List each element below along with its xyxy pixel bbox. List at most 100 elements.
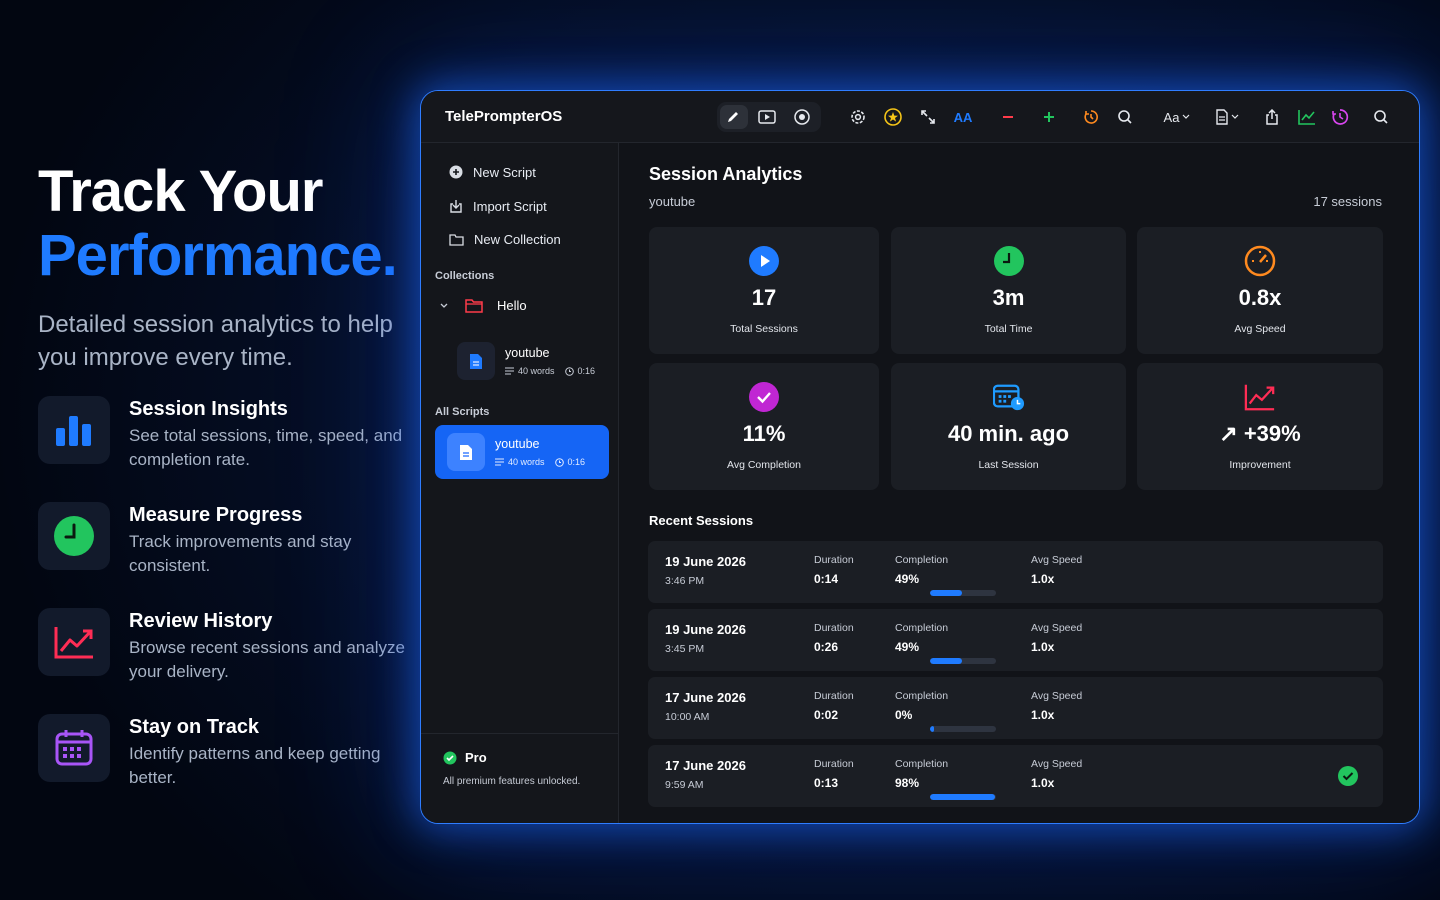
session-row[interactable]: 19 June 2026 3:46 PM Duration 0:14 Completio… xyxy=(648,541,1383,603)
completion-value: 49% xyxy=(895,572,920,586)
duration-label: Duration xyxy=(814,758,854,770)
folder-icon xyxy=(465,299,483,313)
all-scripts-label: All Scripts xyxy=(435,406,490,418)
completion-progress-fill xyxy=(930,658,963,664)
script-name: youtube xyxy=(495,437,540,451)
document-menu-button[interactable] xyxy=(1211,105,1243,129)
completion-cell: Completion 49% xyxy=(895,622,1005,664)
session-date: 19 June 2026 xyxy=(665,554,746,569)
stat-avg-speed: 0.8x Avg Speed xyxy=(1137,227,1383,354)
completion-progress-fill xyxy=(930,794,995,800)
stat-label: Last Session xyxy=(978,459,1039,471)
import-script-button[interactable]: Import Script xyxy=(449,196,547,216)
script-subtitle: youtube xyxy=(649,194,696,209)
expand-arrows-icon[interactable] xyxy=(915,105,941,129)
session-date: 17 June 2026 xyxy=(665,690,746,705)
duration-value: 0:14 xyxy=(814,572,839,586)
feature-title: Session Insights xyxy=(129,398,288,420)
app-window: TelePrompterOS AA Aa New Script Import S… xyxy=(420,90,1420,824)
duration-label: Duration xyxy=(814,554,854,566)
page-title: Session Analytics xyxy=(649,164,803,184)
speed-label: Avg Speed xyxy=(1031,758,1083,770)
app-title: TelePrompterOS xyxy=(445,108,563,125)
session-time: 9:59 AM xyxy=(665,779,704,791)
speed-cell: Avg Speed 1.0x xyxy=(1031,690,1082,722)
play-mode-icon[interactable] xyxy=(754,105,780,129)
collection-item-hello[interactable]: Hello xyxy=(439,298,527,313)
collection-script-item[interactable]: youtube 40 words 0:16 xyxy=(437,334,611,388)
stat-label: Total Sessions xyxy=(730,323,798,335)
stat-total-sessions: 17 Total Sessions xyxy=(649,227,879,354)
font-picker-button[interactable]: Aa xyxy=(1159,105,1195,129)
settings-gear-icon[interactable] xyxy=(845,105,871,129)
stat-value: 40 min. ago xyxy=(947,421,1070,446)
speedometer-icon xyxy=(1244,245,1276,277)
new-collection-button[interactable]: New Collection xyxy=(449,229,561,249)
completion-label: Completion xyxy=(895,690,949,702)
session-row[interactable]: 19 June 2026 3:45 PM Duration 0:26 Completio… xyxy=(648,609,1383,671)
search-icon[interactable] xyxy=(1368,105,1394,129)
record-mode-icon[interactable] xyxy=(789,105,815,129)
folder-plus-icon xyxy=(449,233,464,246)
speed-cell: Avg Speed 1.0x xyxy=(1031,554,1082,586)
stat-label: Total Time xyxy=(984,323,1033,335)
minus-icon[interactable] xyxy=(995,105,1021,129)
timer-icon[interactable] xyxy=(1078,105,1104,129)
new-script-label: New Script xyxy=(473,164,536,180)
search-icon[interactable] xyxy=(1112,105,1138,129)
bar-chart-icon xyxy=(38,396,110,464)
script-word-count: 40 words xyxy=(508,457,545,467)
star-favorite-icon[interactable] xyxy=(880,105,906,129)
completion-progress-bar xyxy=(930,658,996,664)
history-icon[interactable] xyxy=(1327,105,1353,129)
stat-value: 0.8x xyxy=(1238,285,1282,310)
document-icon xyxy=(457,342,495,380)
collections-label: Collections xyxy=(435,270,495,282)
session-row[interactable]: 17 June 2026 10:00 AM Duration 0:02 Completi… xyxy=(648,677,1383,739)
font-size-button[interactable]: AA xyxy=(950,105,976,129)
text-lines-icon xyxy=(505,367,514,375)
completion-progress-bar xyxy=(930,794,996,800)
completion-progress-bar xyxy=(930,726,996,732)
stat-label: Avg Completion xyxy=(727,459,801,471)
analytics-chart-icon[interactable] xyxy=(1294,105,1320,129)
stat-total-time: 3m Total Time xyxy=(891,227,1126,354)
hero: Track Your Performance. Detailed session… xyxy=(38,160,408,374)
feature-title: Stay on Track xyxy=(129,716,260,738)
duration-label: Duration xyxy=(814,690,854,702)
completion-cell: Completion 49% xyxy=(895,554,1005,596)
feature-desc: Browse recent sessions and analyze your … xyxy=(129,638,405,681)
stat-value: 3m xyxy=(992,285,1025,310)
session-row[interactable]: 17 June 2026 9:59 AM Duration 0:13 Completio… xyxy=(648,745,1383,807)
duration-cell: Duration 0:14 xyxy=(814,554,854,586)
stat-value: 11% xyxy=(742,421,786,446)
completion-progress-bar xyxy=(930,590,996,596)
hero-title-line1: Track Your xyxy=(38,159,323,224)
plus-icon[interactable] xyxy=(1036,105,1062,129)
clock-icon xyxy=(38,502,110,570)
chevron-down-icon xyxy=(440,303,448,308)
session-time: 3:46 PM xyxy=(665,575,705,587)
share-icon[interactable] xyxy=(1259,105,1285,129)
import-script-label: Import Script xyxy=(473,198,547,214)
completion-cell: Completion 0% xyxy=(895,690,1005,732)
selected-script-item[interactable]: youtube 40 words 0:16 xyxy=(435,425,609,479)
duration-cell: Duration 0:13 xyxy=(814,758,854,790)
speed-cell: Avg Speed 1.0x xyxy=(1031,758,1082,790)
chevron-down-icon xyxy=(1183,114,1190,119)
completed-check-icon xyxy=(1338,766,1358,791)
session-time: 3:45 PM xyxy=(665,643,705,655)
plus-circle-icon xyxy=(449,165,463,179)
feature-review-history: Review History Browse recent sessions an… xyxy=(38,608,408,714)
speed-value: 1.0x xyxy=(1031,708,1055,722)
plan-status: Pro All premium features unlocked. xyxy=(421,733,618,823)
stat-value: 17 xyxy=(751,285,777,310)
speed-cell: Avg Speed 1.0x xyxy=(1031,622,1082,654)
new-script-button[interactable]: New Script xyxy=(449,162,536,182)
hero-title: Track Your Performance. xyxy=(38,160,408,288)
duration-label: Duration xyxy=(814,622,854,634)
edit-mode-pencil-icon[interactable] xyxy=(720,105,746,129)
duration-cell: Duration 0:02 xyxy=(814,690,854,722)
completion-label: Completion xyxy=(895,554,949,566)
verified-badge-icon xyxy=(443,751,457,764)
